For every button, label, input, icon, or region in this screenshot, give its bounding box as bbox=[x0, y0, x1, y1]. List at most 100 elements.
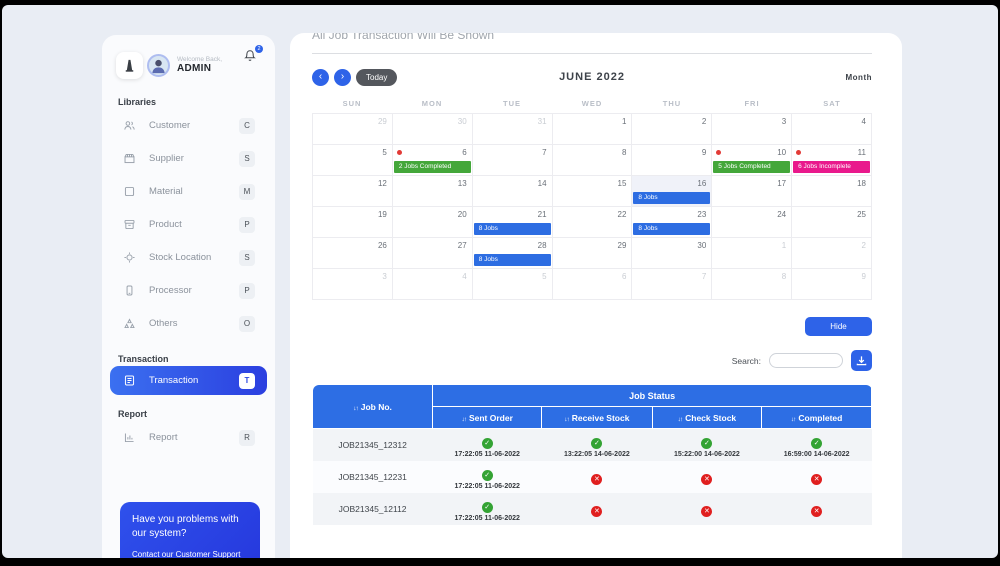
calendar-day-6[interactable]: 6 bbox=[553, 269, 633, 300]
column-header-receive-stock[interactable]: ↓↑Receive Stock bbox=[542, 407, 652, 429]
date-number: 23 bbox=[697, 210, 706, 219]
calendar-day-4[interactable]: 4 bbox=[393, 269, 473, 300]
sidebar-item-stock-location[interactable]: Stock LocationS bbox=[116, 241, 261, 274]
calendar-day-31[interactable]: 31 bbox=[473, 114, 553, 145]
hide-button[interactable]: Hide bbox=[805, 317, 872, 336]
calendar-day-30[interactable]: 30 bbox=[393, 114, 473, 145]
calendar-day-5[interactable]: 5 bbox=[313, 145, 393, 176]
sidebar-item-supplier[interactable]: SupplierS bbox=[116, 142, 261, 175]
calendar-day-3[interactable]: 3 bbox=[712, 114, 792, 145]
calendar-day-8[interactable]: 8 bbox=[553, 145, 633, 176]
notification-bell-icon[interactable]: 2 bbox=[243, 49, 259, 65]
date-number: 9 bbox=[702, 148, 706, 157]
calendar-day-6[interactable]: 62 Jobs Completed bbox=[393, 145, 473, 176]
date-number: 4 bbox=[862, 117, 866, 126]
stock-location-icon bbox=[122, 251, 136, 265]
calendar-day-16[interactable]: 16 8 Jobs bbox=[632, 176, 712, 207]
calendar-day-2[interactable]: 2 bbox=[792, 238, 872, 269]
support-banner[interactable]: Have you problems with our system? Conta… bbox=[120, 502, 260, 558]
status-cell: ✓13:22:05 14-06-2022 bbox=[542, 429, 652, 461]
sidebar-item-others[interactable]: OthersO bbox=[116, 307, 261, 340]
calendar-day-14[interactable]: 14 bbox=[473, 176, 553, 207]
event-bar[interactable]: 8 Jobs bbox=[474, 254, 551, 266]
event-bar[interactable]: 6 Jobs Incomplete bbox=[793, 161, 870, 173]
date-number: 9 bbox=[862, 272, 866, 281]
calendar-day-29[interactable]: 29 bbox=[553, 238, 633, 269]
column-header-job-no[interactable]: ↓↑Job No. bbox=[313, 385, 433, 429]
date-number: 28 bbox=[538, 241, 547, 250]
sort-icon: ↓↑ bbox=[353, 405, 358, 412]
cross-icon: ✕ bbox=[591, 474, 602, 485]
date-number: 15 bbox=[618, 179, 627, 188]
calendar-day-9[interactable]: 9 bbox=[792, 269, 872, 300]
calendar-day-11[interactable]: 116 Jobs Incomplete bbox=[792, 145, 872, 176]
day-header-fri: FRI bbox=[712, 93, 792, 113]
column-header-completed[interactable]: ↓↑Completed bbox=[762, 407, 872, 429]
calendar-day-7[interactable]: 7 bbox=[632, 269, 712, 300]
calendar-day-17[interactable]: 17 bbox=[712, 176, 792, 207]
calendar-day-1[interactable]: 1 bbox=[712, 238, 792, 269]
calendar-day-4[interactable]: 4 bbox=[792, 114, 872, 145]
event-bar[interactable]: 8 Jobs bbox=[633, 223, 710, 235]
calendar-day-7[interactable]: 7 bbox=[473, 145, 553, 176]
calendar-day-10[interactable]: 10 5 Jobs Completed bbox=[712, 145, 792, 176]
calendar-day-20[interactable]: 20 bbox=[393, 207, 473, 238]
sidebar-item-material[interactable]: MaterialM bbox=[116, 175, 261, 208]
calendar-day-28[interactable]: 28 8 Jobs bbox=[473, 238, 553, 269]
calendar-day-9[interactable]: 9 bbox=[632, 145, 712, 176]
calendar-day-12[interactable]: 12 bbox=[313, 176, 393, 207]
calendar-day-30[interactable]: 30 bbox=[632, 238, 712, 269]
status-cell: ✕ bbox=[652, 493, 762, 525]
date-number: 10 bbox=[777, 148, 786, 157]
calendar-day-3[interactable]: 3 bbox=[313, 269, 393, 300]
calendar-day-13[interactable]: 13 bbox=[393, 176, 473, 207]
event-bar[interactable]: 2 Jobs Completed bbox=[394, 161, 471, 173]
sidebar-item-transaction[interactable]: TransactionT bbox=[110, 366, 267, 395]
calendar-day-29[interactable]: 29 bbox=[313, 114, 393, 145]
calendar-month-title: JUNE 2022 bbox=[312, 71, 872, 83]
cross-icon: ✕ bbox=[811, 474, 822, 485]
download-icon bbox=[856, 355, 867, 366]
search-input[interactable] bbox=[769, 353, 843, 368]
sidebar: Welcome Back, ADMIN 2 LibrariesCustomerC… bbox=[102, 35, 275, 558]
status-cell: ✓15:22:00 14-06-2022 bbox=[652, 429, 762, 461]
column-header-sent-order[interactable]: ↓↑Sent Order bbox=[433, 407, 542, 429]
job-table-body: JOB21345_12312✓17:22:05 11-06-2022✓13:22… bbox=[313, 429, 872, 525]
page-title: All Job Transaction Will Be Shown bbox=[312, 33, 872, 42]
shortcut-badge: R bbox=[239, 430, 255, 446]
calendar-day-8[interactable]: 8 bbox=[712, 269, 792, 300]
support-text: Contact our Customer Support now. From 9… bbox=[132, 549, 248, 558]
date-number: 16 bbox=[697, 179, 706, 188]
calendar-day-18[interactable]: 18 bbox=[792, 176, 872, 207]
calendar-day-1[interactable]: 1 bbox=[553, 114, 633, 145]
shortcut-badge: S bbox=[239, 250, 255, 266]
calendar-day-26[interactable]: 26 bbox=[313, 238, 393, 269]
column-header-check-stock[interactable]: ↓↑Check Stock bbox=[652, 407, 762, 429]
event-bar[interactable]: 8 Jobs bbox=[633, 192, 710, 204]
sidebar-item-customer[interactable]: CustomerC bbox=[116, 109, 261, 142]
calendar-day-24[interactable]: 24 bbox=[712, 207, 792, 238]
sidebar-item-product[interactable]: ProductP bbox=[116, 208, 261, 241]
status-cell: ✕ bbox=[762, 493, 872, 525]
event-bar[interactable]: 5 Jobs Completed bbox=[713, 161, 790, 173]
calendar-day-2[interactable]: 2 bbox=[632, 114, 712, 145]
calendar-day-25[interactable]: 25 bbox=[792, 207, 872, 238]
check-icon: ✓ bbox=[482, 438, 493, 449]
supplier-icon bbox=[122, 152, 136, 166]
calendar-day-21[interactable]: 218 Jobs bbox=[473, 207, 553, 238]
calendar-day-27[interactable]: 27 bbox=[393, 238, 473, 269]
calendar-day-19[interactable]: 19 bbox=[313, 207, 393, 238]
calendar-day-23[interactable]: 23 8 Jobs bbox=[632, 207, 712, 238]
calendar-day-22[interactable]: 22 bbox=[553, 207, 633, 238]
sidebar-item-report[interactable]: ReportR bbox=[116, 421, 261, 454]
calendar-day-15[interactable]: 15 bbox=[553, 176, 633, 207]
event-bar[interactable]: 8 Jobs bbox=[474, 223, 551, 235]
date-number: 1 bbox=[782, 241, 786, 250]
calendar-day-5[interactable]: 5 bbox=[473, 269, 553, 300]
download-button[interactable] bbox=[851, 350, 872, 371]
view-switcher-month[interactable]: Month bbox=[846, 73, 873, 82]
sidebar-item-processor[interactable]: ProcessorP bbox=[116, 274, 261, 307]
date-number: 30 bbox=[697, 241, 706, 250]
avatar[interactable] bbox=[147, 54, 170, 77]
column-header-job-status: Job Status bbox=[433, 385, 872, 407]
